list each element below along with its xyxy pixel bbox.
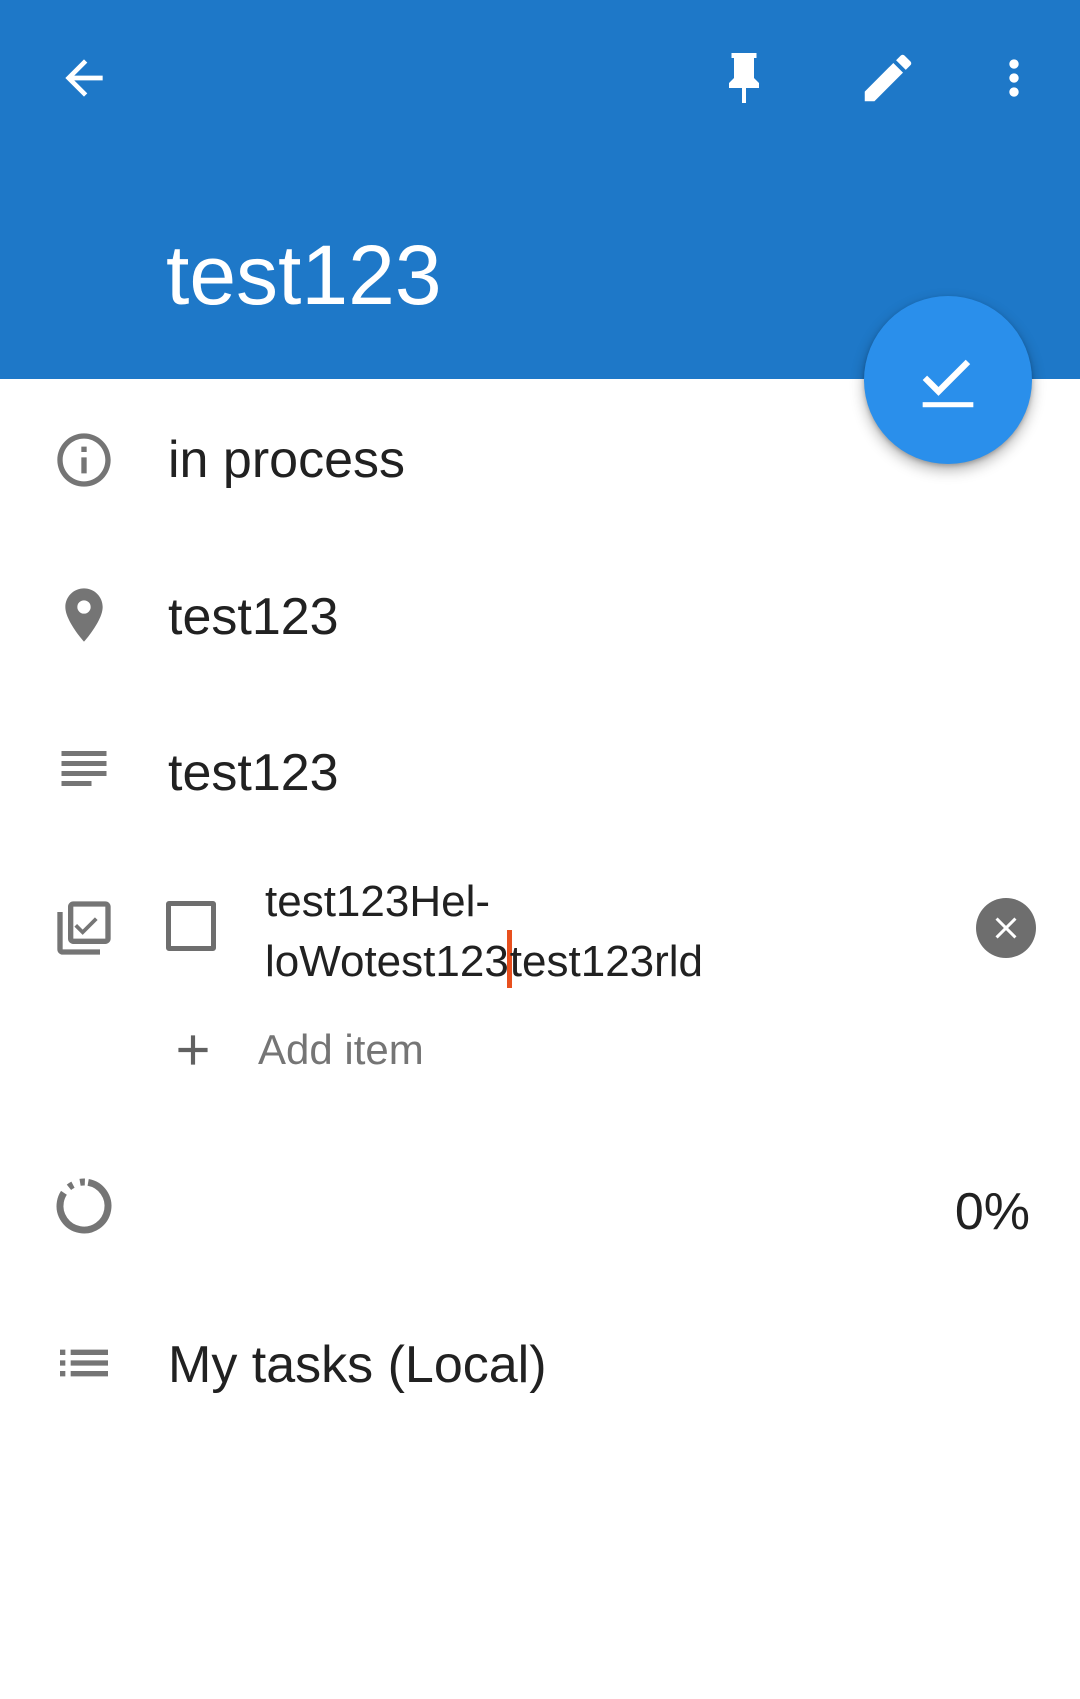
add-item-label: Add item [258, 1026, 424, 1073]
info-icon [52, 428, 116, 492]
check-done-icon [922, 359, 974, 408]
add-item-button[interactable]: Add item [168, 1018, 424, 1082]
close-icon [995, 917, 1017, 939]
task-list[interactable]: My tasks (Local) [168, 1333, 547, 1397]
progress-icon [52, 1174, 116, 1238]
more-options-button[interactable] [966, 30, 1062, 126]
checklist-item-text-after-cursor: test123rld [509, 937, 704, 986]
task-description[interactable]: test123 [168, 741, 339, 805]
pencil-icon [864, 54, 912, 102]
remove-item-button[interactable] [976, 898, 1036, 958]
pin-button[interactable] [696, 30, 792, 126]
checklist-item-line-2: loWotest123test123rld [265, 930, 825, 990]
pin-icon [729, 53, 759, 103]
task-location[interactable]: test123 [168, 585, 339, 649]
checklist-item-line-1: test123Hel- [265, 877, 491, 926]
checklist-item-input[interactable]: test123Hel- loWotest123test123rld [265, 874, 825, 990]
back-button[interactable] [36, 30, 132, 126]
notes-icon [52, 739, 116, 803]
location-icon [52, 583, 116, 647]
progress-percent[interactable]: 0% [955, 1180, 1030, 1244]
checklist-item-checkbox[interactable] [166, 901, 216, 951]
complete-task-fab[interactable] [864, 296, 1032, 464]
task-title: test123 [166, 228, 442, 322]
more-vert-icon [1009, 59, 1019, 97]
task-status[interactable]: in process [168, 428, 405, 492]
checklist-icon [52, 896, 116, 960]
edit-button[interactable] [840, 30, 936, 126]
plus-icon [168, 1025, 218, 1075]
checklist-item-text-before-cursor: loWotest123 [265, 937, 509, 986]
arrow-back-icon [65, 59, 103, 97]
list-icon [52, 1331, 116, 1395]
